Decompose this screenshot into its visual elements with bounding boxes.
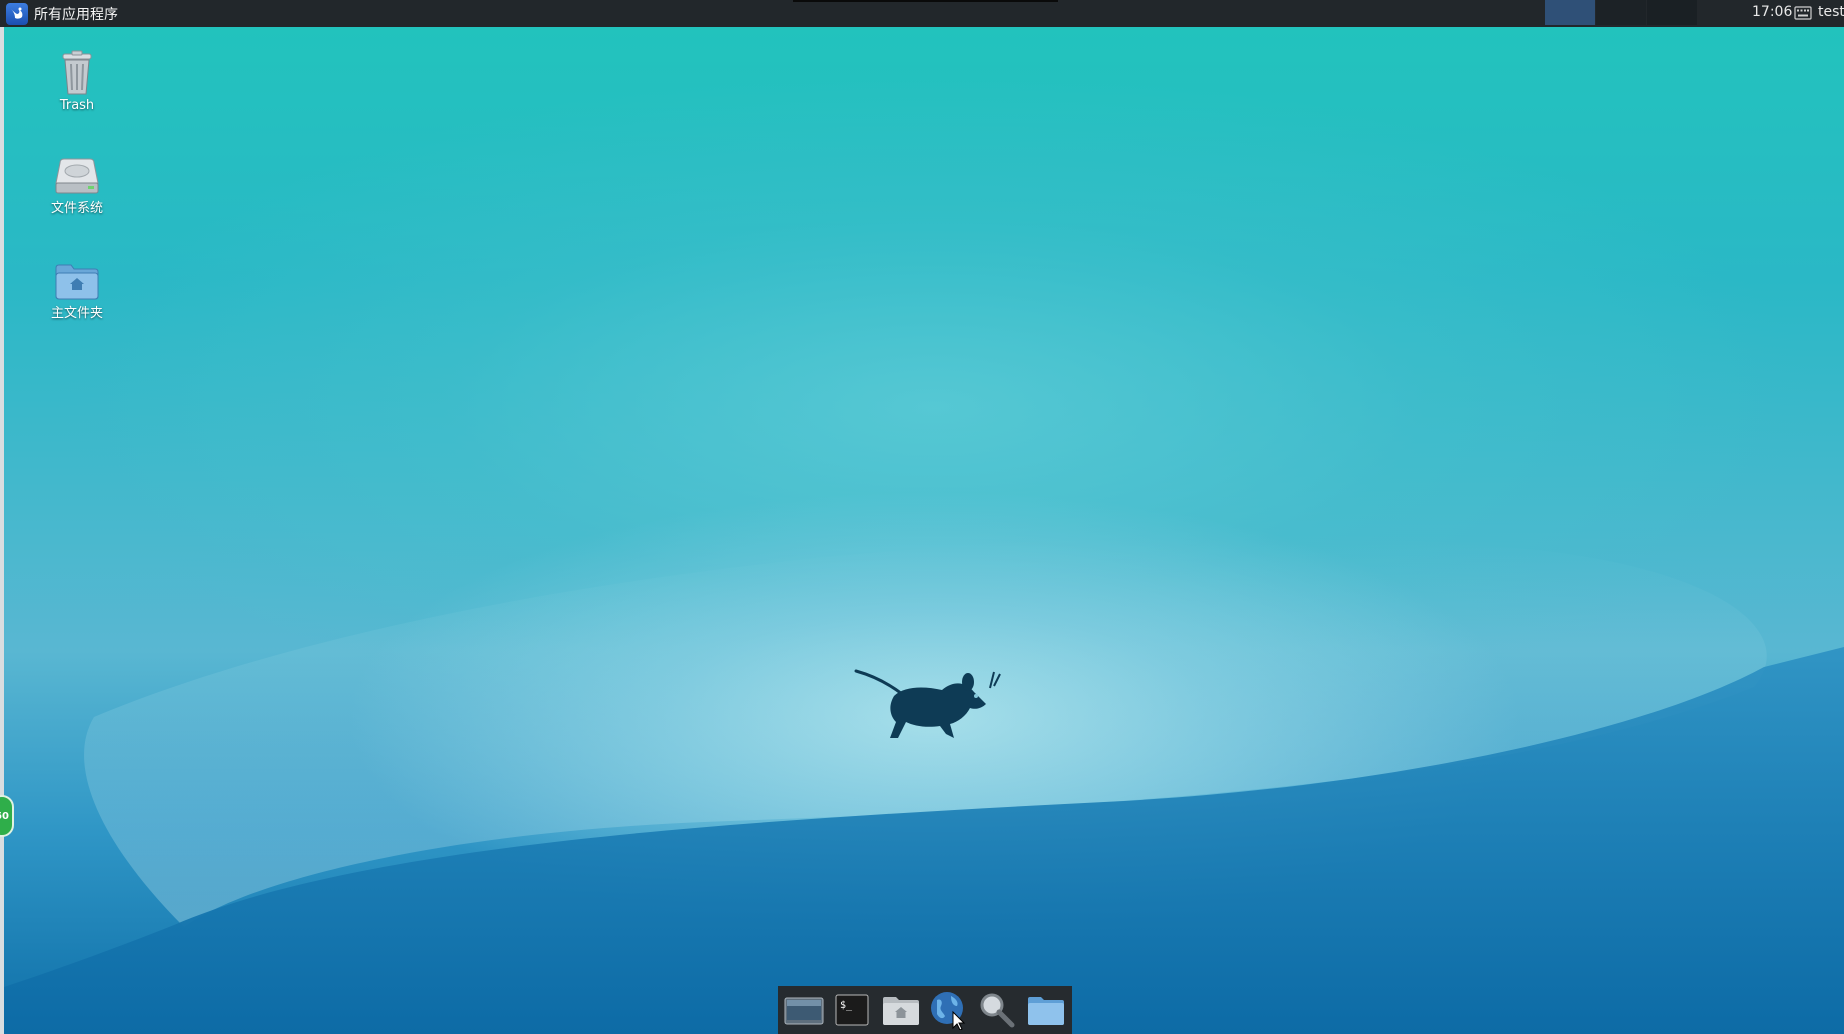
terminal-icon: $_	[835, 994, 869, 1026]
bottom-dock: $_	[778, 986, 1072, 1034]
workspace-2-button[interactable]	[1596, 0, 1646, 25]
left-screen-edge	[0, 27, 4, 1034]
side-badge-text: 50	[0, 810, 9, 822]
clock[interactable]: 17:06	[1752, 4, 1792, 20]
drive-icon	[55, 158, 99, 194]
desktop-icon-label: 文件系统	[50, 201, 103, 216]
desktop-icon	[784, 997, 824, 1025]
desktop-wallpaper[interactable]: Trash 文件系统 主文件夹	[4, 27, 1844, 1034]
home-folder-icon	[55, 264, 99, 300]
dock-web-browser[interactable]	[927, 988, 971, 1032]
xfce-logo-icon	[6, 2, 28, 25]
workspace-1-button[interactable]	[1545, 0, 1595, 25]
wallpaper-wave	[4, 536, 1844, 1034]
keyboard-layout-icon[interactable]	[1794, 6, 1812, 20]
window-title-strip	[793, 0, 1058, 2]
dock-terminal[interactable]: $_	[830, 988, 874, 1032]
web-browser-icon	[931, 992, 966, 1030]
search-icon	[980, 993, 1015, 1028]
desktop-icon-home[interactable]: 主文件夹	[22, 262, 132, 321]
user-menu[interactable]: test	[1818, 4, 1844, 20]
xfce-mouse-logo	[854, 669, 1001, 738]
top-panel: 所有应用程序 17:06 test	[0, 0, 1844, 27]
dock-files[interactable]	[1024, 988, 1068, 1032]
desktop-icon-filesystem[interactable]: 文件系统	[22, 157, 132, 216]
workspace-3-button[interactable]	[1647, 0, 1697, 25]
folder-icon	[1027, 997, 1064, 1025]
svg-text:$_: $_	[840, 1000, 853, 1011]
screen: Trash 文件系统 主文件夹 0 所有应用程序 17:06 test $_	[0, 0, 1844, 1034]
desktop-icon-label: Trash	[59, 98, 95, 113]
desktop-icon-label: 主文件夹	[50, 306, 103, 321]
home-folder-icon	[882, 997, 919, 1025]
workspace-4-button[interactable]	[1698, 0, 1748, 25]
dock-home-folder[interactable]	[879, 988, 923, 1032]
dock-show-desktop[interactable]	[782, 988, 826, 1032]
desktop-icon-trash[interactable]: Trash	[22, 50, 132, 113]
trash-icon	[62, 50, 92, 95]
applications-menu-label: 所有应用程序	[34, 6, 118, 23]
dock-search[interactable]	[975, 988, 1019, 1032]
applications-menu-button[interactable]: 所有应用程序	[6, 2, 118, 25]
side-notification-badge[interactable]: 50	[0, 795, 14, 837]
